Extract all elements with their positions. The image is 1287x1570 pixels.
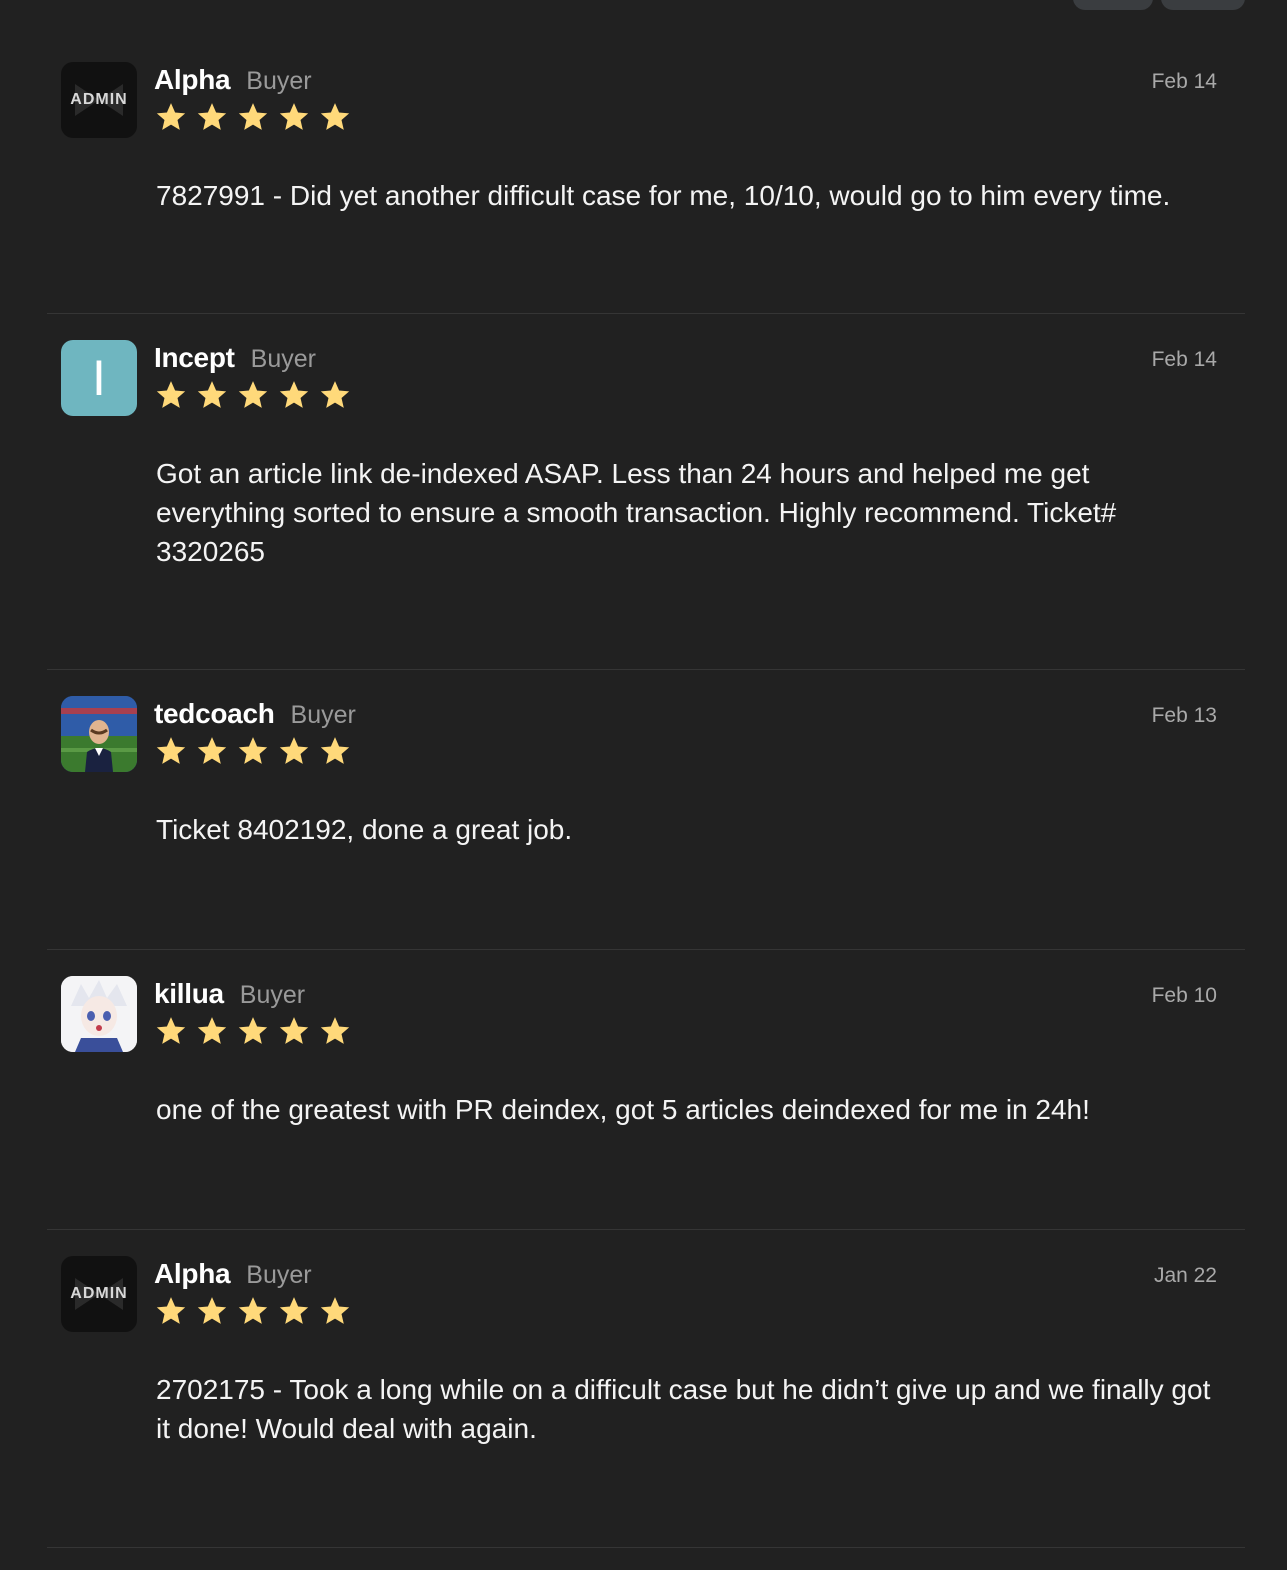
- star-icon: [195, 100, 229, 134]
- review-list: ADMIN Alpha Buyer Feb 14 7827991 - Did y…: [47, 36, 1245, 1548]
- username[interactable]: Alpha: [154, 64, 231, 96]
- review-date: Feb 14: [1151, 70, 1217, 93]
- star-icon: [318, 1014, 352, 1048]
- star-rating: [154, 1014, 352, 1048]
- review-text: 7827991 - Did yet another difficult case…: [156, 180, 1171, 211]
- star-rating: [154, 100, 352, 134]
- star-icon: [277, 100, 311, 134]
- review-item: killua Buyer Feb 10 one of the greatest …: [47, 950, 1245, 1230]
- star-icon: [236, 734, 270, 768]
- profile-photo-icon: [61, 696, 137, 772]
- top-controls: [1073, 0, 1245, 10]
- role-label: Buyer: [239, 981, 306, 1009]
- anime-avatar-icon: [61, 976, 137, 1052]
- role-label: Buyer: [246, 1261, 312, 1289]
- review-text: 2702175 - Took a long while on a difficu…: [156, 1374, 1211, 1444]
- username[interactable]: tedcoach: [154, 698, 275, 730]
- review-date: Feb 14: [1151, 348, 1217, 371]
- star-rating: [154, 378, 352, 412]
- star-icon: [277, 734, 311, 768]
- filter-button[interactable]: [1161, 0, 1245, 10]
- review-date: Feb 13: [1151, 704, 1217, 727]
- sort-button[interactable]: [1073, 0, 1153, 10]
- star-icon: [236, 378, 270, 412]
- avatar-label: ADMIN: [70, 91, 128, 108]
- role-label: Buyer: [250, 345, 316, 373]
- star-icon: [236, 100, 270, 134]
- star-icon: [154, 100, 188, 134]
- avatar[interactable]: [61, 696, 137, 772]
- star-icon: [318, 378, 352, 412]
- role-label: Buyer: [246, 67, 312, 95]
- star-rating: [154, 1294, 352, 1328]
- star-icon: [318, 100, 352, 134]
- role-label: Buyer: [290, 701, 356, 729]
- star-rating: [154, 734, 352, 768]
- star-icon: [195, 378, 229, 412]
- review-item: ADMIN Alpha Buyer Feb 14 7827991 - Did y…: [47, 36, 1245, 314]
- review-item: tedcoach Buyer Feb 13 Ticket 8402192, do…: [47, 670, 1245, 950]
- star-icon: [154, 1294, 188, 1328]
- star-icon: [195, 1014, 229, 1048]
- username[interactable]: Alpha: [154, 1258, 231, 1290]
- review-date: Jan 22: [1153, 1264, 1217, 1287]
- star-icon: [318, 1294, 352, 1328]
- review-text: Got an article link de-indexed ASAP. Les…: [156, 458, 1117, 567]
- avatar[interactable]: ADMIN: [61, 1256, 137, 1332]
- star-icon: [277, 1294, 311, 1328]
- star-icon: [236, 1014, 270, 1048]
- star-icon: [154, 734, 188, 768]
- review-text: Ticket 8402192, done a great job.: [156, 814, 573, 845]
- avatar-label: ADMIN: [70, 1285, 128, 1302]
- avatar[interactable]: ADMIN: [61, 62, 137, 138]
- avatar[interactable]: [61, 976, 137, 1052]
- username[interactable]: Incept: [154, 342, 235, 374]
- username[interactable]: killua: [154, 978, 224, 1010]
- avatar-letter: I: [92, 350, 106, 406]
- star-icon: [318, 734, 352, 768]
- star-icon: [236, 1294, 270, 1328]
- review-text: one of the greatest with PR deindex, got…: [156, 1094, 1090, 1125]
- avatar[interactable]: I: [61, 340, 137, 416]
- star-icon: [195, 1294, 229, 1328]
- star-icon: [154, 1014, 188, 1048]
- star-icon: [277, 1014, 311, 1048]
- review-item: I Incept Buyer Feb 14 Got an article lin…: [47, 314, 1245, 670]
- review-item: ADMIN Alpha Buyer Jan 22 2702175 - Took …: [47, 1230, 1245, 1548]
- star-icon: [195, 734, 229, 768]
- star-icon: [277, 378, 311, 412]
- review-date: Feb 10: [1151, 984, 1217, 1007]
- star-icon: [154, 378, 188, 412]
